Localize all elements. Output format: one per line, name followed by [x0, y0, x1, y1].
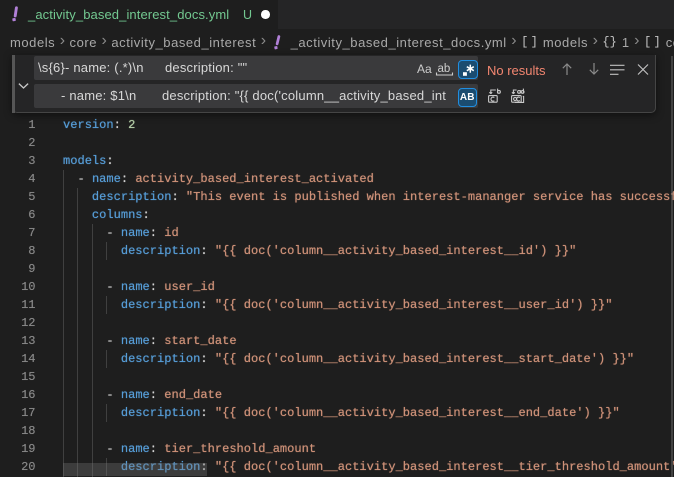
svg-text:ab: ab: [438, 63, 451, 75]
